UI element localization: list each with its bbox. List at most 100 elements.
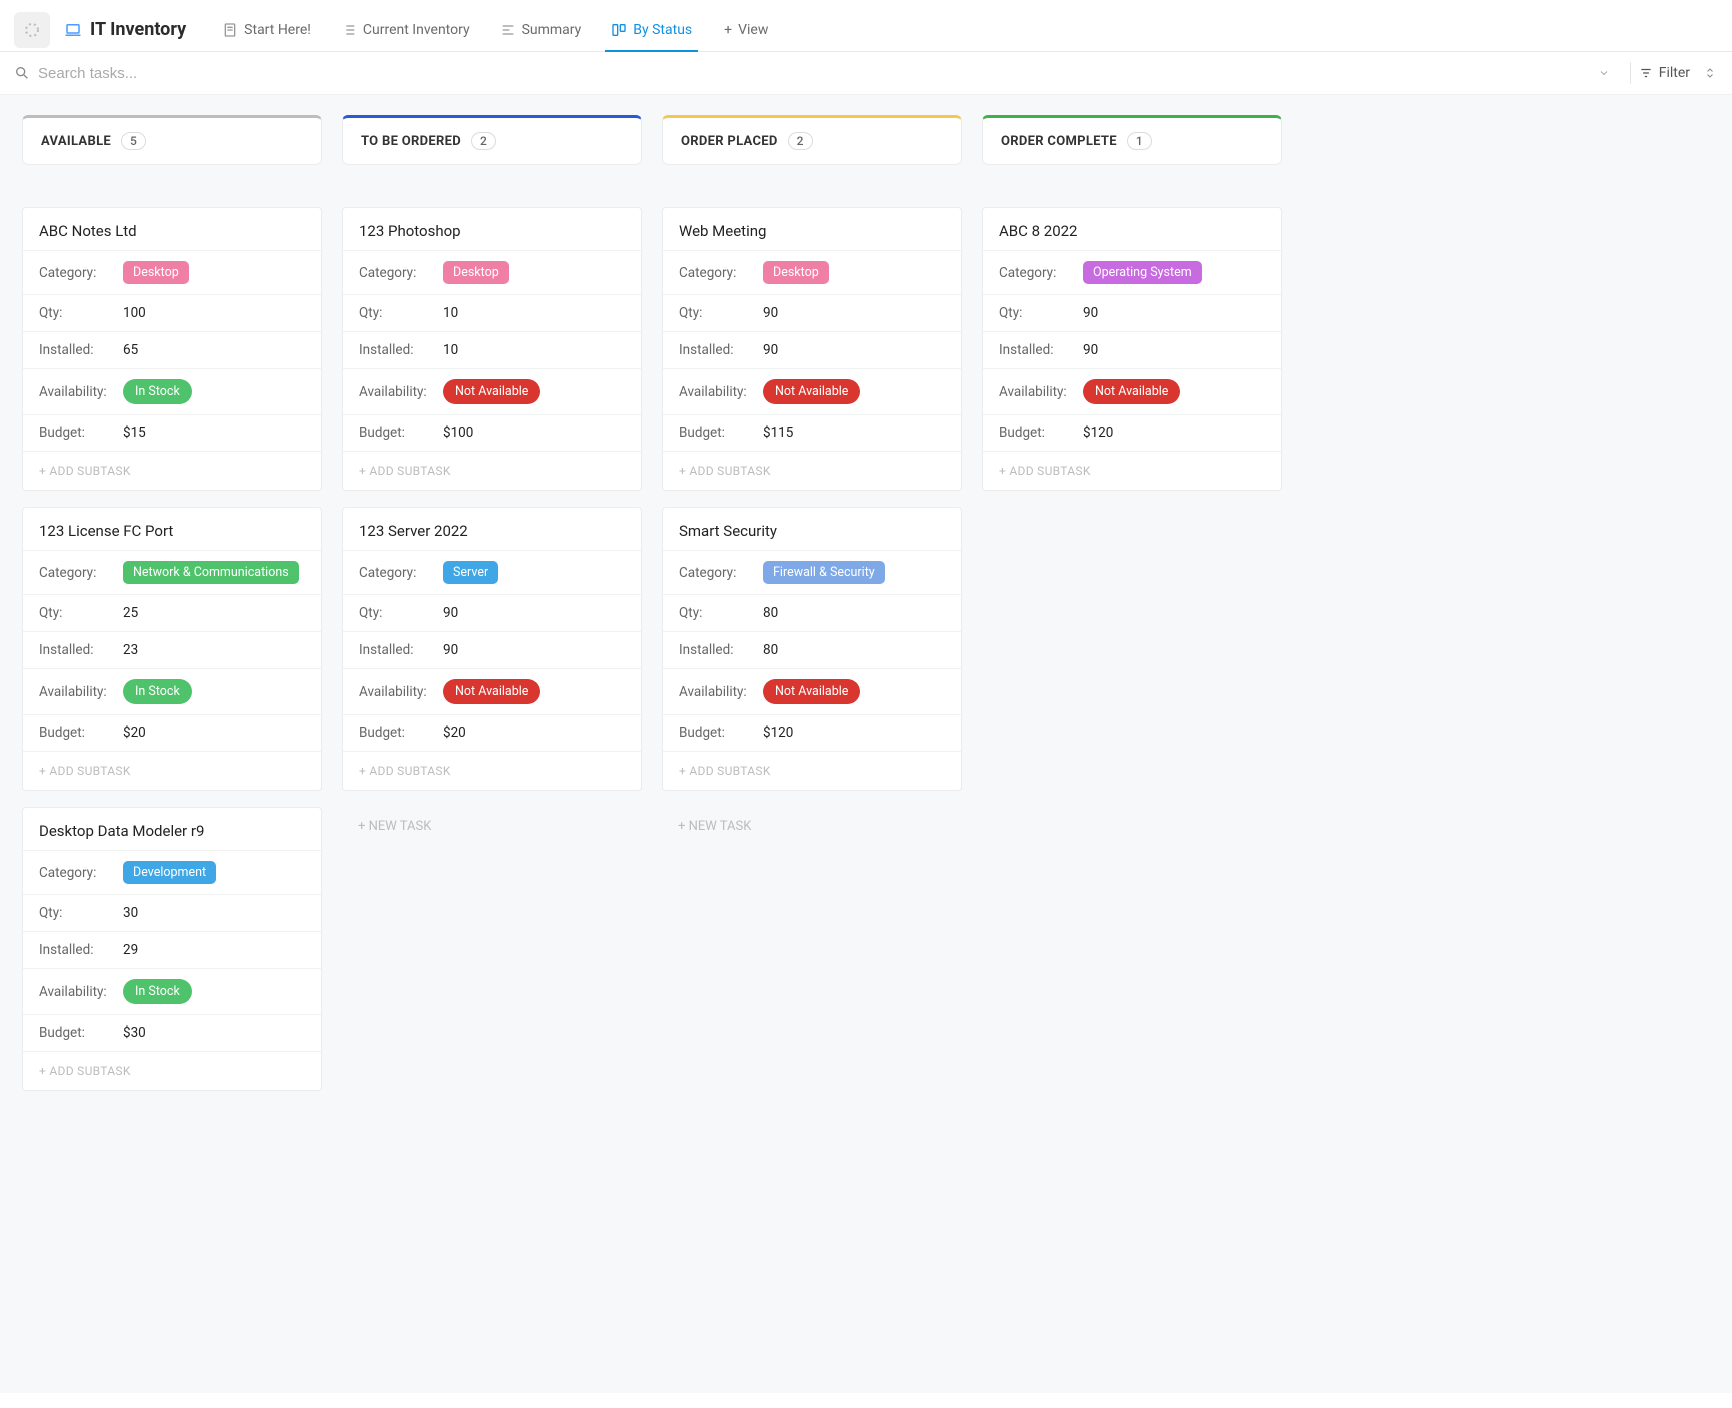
label-availability: Availability: [359,384,443,400]
add-subtask-button[interactable]: + ADD SUBTASK [343,451,641,490]
label-qty: Qty: [39,605,123,621]
expand-collapse-icon[interactable] [1704,66,1716,80]
row-availability: Availability: In Stock [23,668,321,714]
list-icon [341,22,357,38]
category-pill: Development [123,861,216,884]
doc-icon [222,22,238,38]
label-category: Category: [679,265,763,281]
column-count: 2 [471,132,496,150]
row-category: Category: Desktop [343,250,641,294]
value-qty: 90 [443,605,458,621]
row-availability: Availability: Not Available [983,368,1281,414]
column-to-be-ordered: TO BE ORDERED2 123 Photoshop Category: D… [342,115,642,846]
card-title: 123 License FC Port [23,508,321,550]
page-title: IT Inventory [90,19,186,40]
card[interactable]: Web Meeting Category: Desktop Qty: 90 In… [662,207,962,491]
card[interactable]: ABC 8 2022 Category: Operating System Qt… [982,207,1282,491]
availability-pill: Not Available [443,679,540,704]
card[interactable]: 123 License FC Port Category: Network & … [22,507,322,791]
row-category: Category: Desktop [663,250,961,294]
card[interactable]: Smart Security Category: Firewall & Secu… [662,507,962,791]
label-budget: Budget: [679,725,763,741]
add-subtask-button[interactable]: + ADD SUBTASK [23,751,321,790]
tab-start-here-[interactable]: Start Here! [208,8,325,51]
label-budget: Budget: [679,425,763,441]
category-pill: Firewall & Security [763,561,885,584]
tab-current-inventory[interactable]: Current Inventory [327,8,484,51]
add-subtask-button[interactable]: + ADD SUBTASK [343,751,641,790]
column-count: 5 [121,132,146,150]
category-pill: Desktop [123,261,189,284]
value-installed: 23 [123,642,138,658]
tab-by-status[interactable]: By Status [597,8,706,51]
label-category: Category: [359,265,443,281]
column-name: ORDER COMPLETE [1001,134,1117,149]
topbar: IT Inventory Start Here! Current Inventor… [0,0,1732,52]
card-title: Web Meeting [663,208,961,250]
value-budget: $120 [1083,425,1113,441]
value-qty: 90 [1083,305,1098,321]
add-view-button[interactable]: + View [710,22,782,38]
add-subtask-button[interactable]: + ADD SUBTASK [23,1051,321,1090]
value-budget: $120 [763,725,793,741]
label-qty: Qty: [39,905,123,921]
column-count: 2 [788,132,813,150]
row-availability: Availability: Not Available [663,368,961,414]
card[interactable]: ABC Notes Ltd Category: Desktop Qty: 100… [22,207,322,491]
label-budget: Budget: [39,1025,123,1041]
filter-label: Filter [1659,65,1690,81]
column-header[interactable]: TO BE ORDERED2 [342,115,642,165]
value-budget: $100 [443,425,473,441]
card-title: Smart Security [663,508,961,550]
search-input[interactable] [38,65,1590,82]
category-pill: Desktop [443,261,509,284]
availability-pill: In Stock [123,979,192,1004]
tab-label: Start Here! [244,22,311,38]
value-installed: 90 [443,642,458,658]
card[interactable]: 123 Server 2022 Category: Server Qty: 90… [342,507,642,791]
new-task-button[interactable]: + NEW TASK [662,807,962,846]
column-header[interactable]: ORDER COMPLETE1 [982,115,1282,165]
row-installed: Installed: 65 [23,331,321,368]
column-header[interactable]: ORDER PLACED 2 [662,115,962,165]
chevron-down-icon[interactable] [1598,67,1622,79]
label-availability: Availability: [999,384,1083,400]
value-budget: $20 [443,725,466,741]
value-installed: 90 [763,342,778,358]
label-category: Category: [679,565,763,581]
value-qty: 25 [123,605,138,621]
add-subtask-button[interactable]: + ADD SUBTASK [23,451,321,490]
category-pill: Desktop [763,261,829,284]
divider [1630,62,1631,84]
card[interactable]: 123 Photoshop Category: Desktop Qty: 10 … [342,207,642,491]
row-qty: Qty: 30 [23,894,321,931]
row-category: Category: Operating System [983,250,1281,294]
card[interactable]: Desktop Data Modeler r9 Category: Develo… [22,807,322,1091]
row-qty: Qty: 100 [23,294,321,331]
column-header[interactable]: AVAILABLE5 [22,115,322,165]
label-category: Category: [359,565,443,581]
row-qty: Qty: 90 [343,594,641,631]
app-menu-icon[interactable] [14,12,50,48]
value-installed: 80 [763,642,778,658]
add-subtask-button[interactable]: + ADD SUBTASK [663,751,961,790]
value-installed: 29 [123,942,138,958]
add-subtask-button[interactable]: + ADD SUBTASK [663,451,961,490]
label-category: Category: [999,265,1083,281]
tab-label: Current Inventory [363,22,470,38]
label-installed: Installed: [679,642,763,658]
row-category: Category: Firewall & Security [663,550,961,594]
row-qty: Qty: 80 [663,594,961,631]
add-subtask-button[interactable]: + ADD SUBTASK [983,451,1281,490]
value-qty: 80 [763,605,778,621]
filter-button[interactable]: Filter [1639,65,1690,81]
category-pill: Server [443,561,498,584]
category-pill: Operating System [1083,261,1202,284]
column-name: ORDER PLACED [681,134,778,149]
row-category: Category: Server [343,550,641,594]
new-task-button[interactable]: + NEW TASK [342,807,642,846]
label-qty: Qty: [359,305,443,321]
column-available: AVAILABLE5 ABC Notes Ltd Category: Deskt… [22,115,322,1107]
value-installed: 65 [123,342,138,358]
tab-summary[interactable]: Summary [486,8,596,51]
